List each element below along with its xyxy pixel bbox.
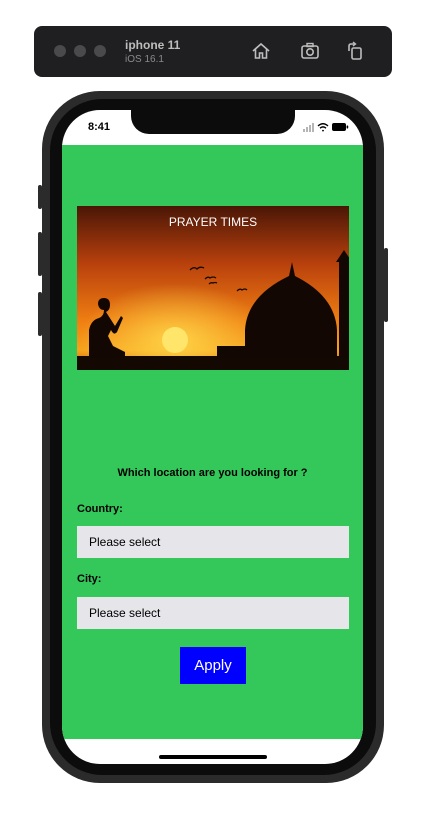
country-select-value: Please select xyxy=(89,535,161,549)
rotate-icon[interactable] xyxy=(344,40,366,62)
country-label: Country: xyxy=(77,503,123,515)
hero-title: PRAYER TIMES xyxy=(168,215,258,229)
simulator-toolbar: iphone 11 iOS 16.1 xyxy=(34,26,392,77)
notch xyxy=(131,110,295,134)
city-select-value: Please select xyxy=(89,606,161,620)
country-select[interactable]: Please select xyxy=(77,526,349,558)
status-time: 8:41 xyxy=(88,121,111,133)
os-version: iOS 16.1 xyxy=(125,54,164,65)
location-question: Which location are you looking for ? xyxy=(117,467,308,479)
apply-button[interactable]: Apply xyxy=(180,647,246,684)
app-content: PRAYER TIMES Which location are you look… xyxy=(62,145,363,739)
minimize-window-dot[interactable] xyxy=(74,45,86,57)
sunset-mosque-image xyxy=(77,206,349,370)
close-window-dot[interactable] xyxy=(54,45,66,57)
hero-banner: PRAYER TIMES xyxy=(77,206,349,370)
status-icons xyxy=(303,123,349,132)
device-name: iphone 11 xyxy=(125,38,181,52)
battery-icon xyxy=(332,123,349,131)
home-icon[interactable] xyxy=(250,40,272,62)
power-button xyxy=(384,248,388,322)
minaret-silhouette xyxy=(339,258,349,358)
screenshot-icon[interactable] xyxy=(299,40,321,62)
wifi-icon xyxy=(317,123,329,132)
sun-shape xyxy=(162,327,188,353)
signal-icon xyxy=(303,123,314,132)
zoom-window-dot[interactable] xyxy=(94,45,106,57)
home-indicator[interactable] xyxy=(159,755,267,759)
city-select[interactable]: Please select xyxy=(77,597,349,629)
phone-screen: 8:41 PRAYER TIMES Which location are you… xyxy=(62,110,363,764)
city-label: City: xyxy=(77,573,102,585)
